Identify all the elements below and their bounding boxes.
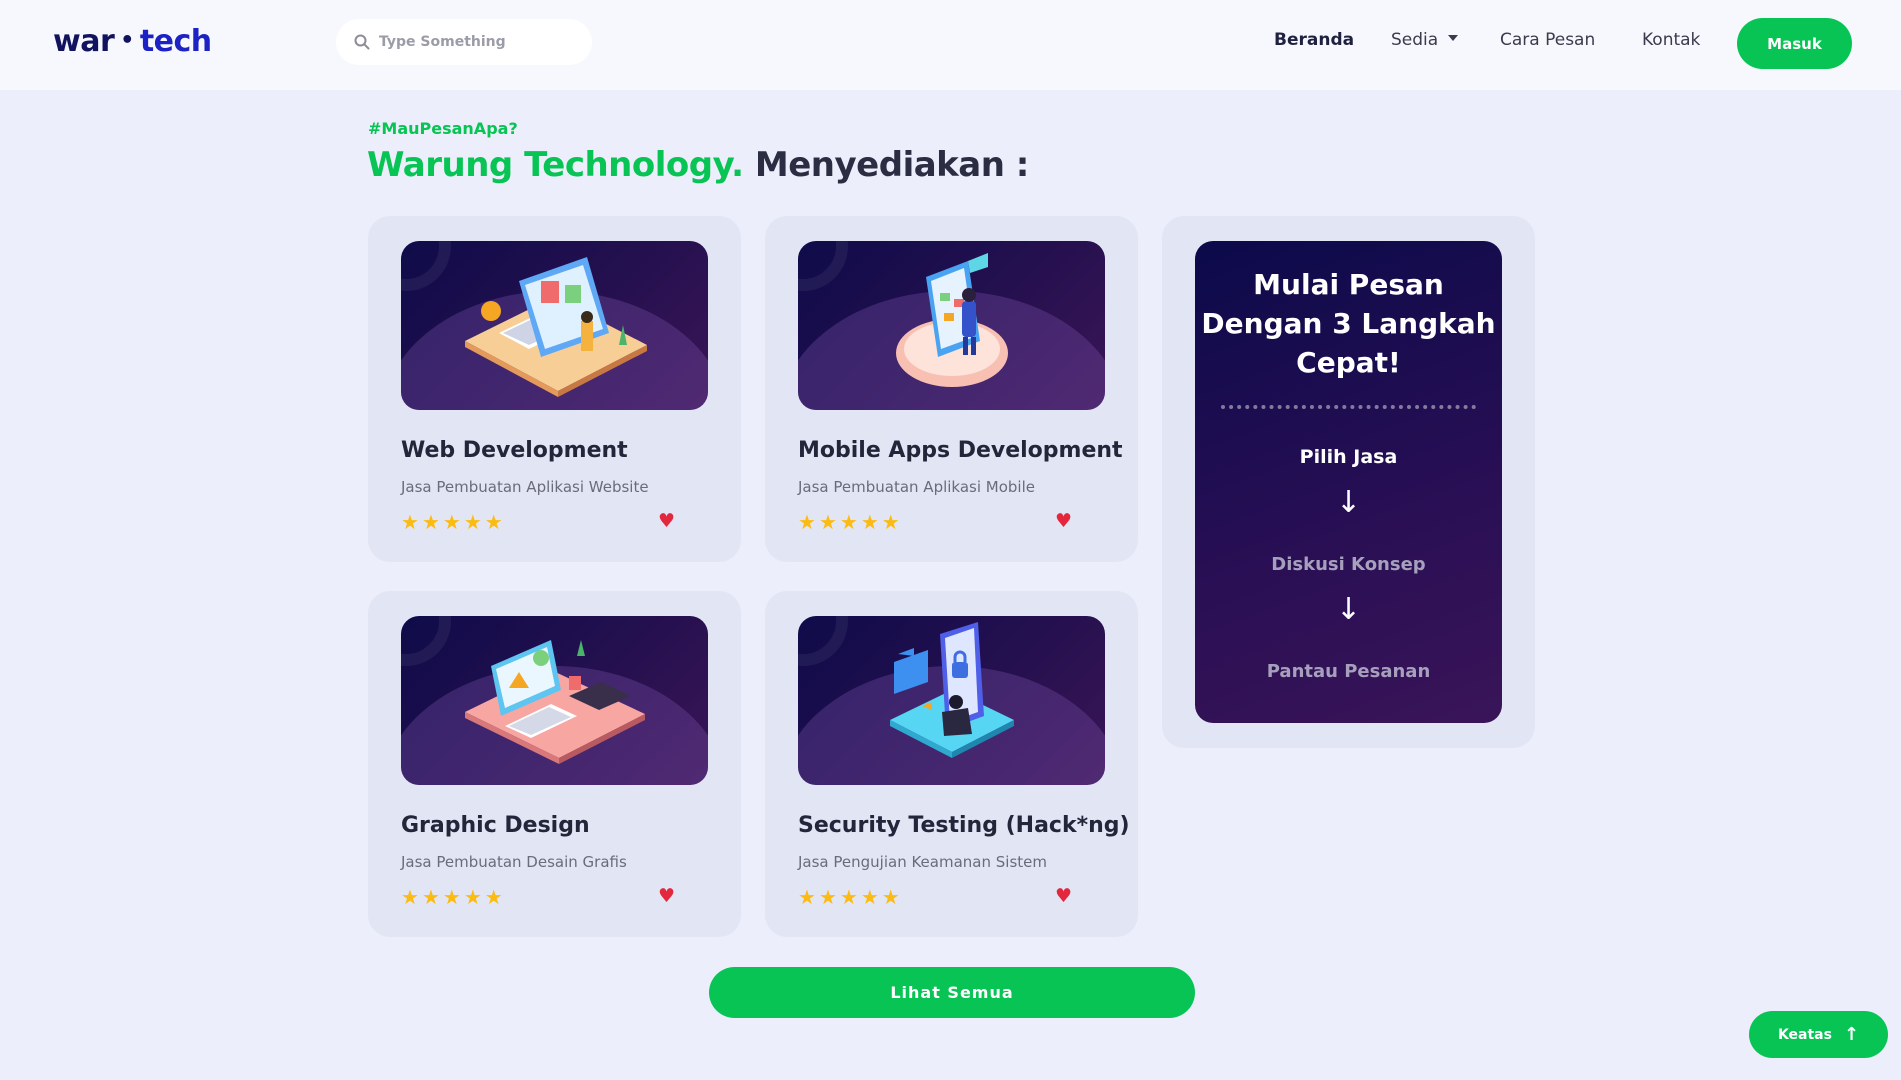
search-icon	[354, 34, 370, 50]
web-dev-illustration	[401, 241, 708, 410]
login-button[interactable]: Masuk	[1737, 18, 1852, 69]
dotted-divider	[1221, 405, 1476, 409]
star-icon: ★	[881, 510, 900, 534]
service-card-web[interactable]: Web Development Jasa Pembuatan Aplikasi …	[368, 216, 741, 562]
tagline: #MauPesanApa?	[368, 119, 518, 138]
star-icon: ★	[818, 885, 837, 909]
star-icon: ★	[860, 885, 879, 909]
service-title: Mobile Apps Development	[798, 438, 1123, 463]
step-track-order: Pantau Pesanan	[1266, 661, 1431, 682]
star-icon: ★	[818, 510, 837, 534]
star-icon: ★	[442, 510, 461, 534]
star-icon: ★	[463, 885, 482, 909]
back-to-top-label: Keatas	[1777, 1026, 1832, 1043]
star-icon: ★	[421, 510, 440, 534]
security-illustration	[798, 616, 1105, 785]
step-choose-service: Pilih Jasa	[1299, 446, 1398, 468]
arrow-down-icon: ↓	[1335, 592, 1362, 627]
search-box	[336, 19, 592, 65]
rating-stars: ★ ★ ★ ★ ★	[401, 512, 503, 532]
star-icon: ★	[798, 510, 816, 534]
mobile-dev-illustration	[798, 241, 1105, 410]
brand-dot: •	[120, 28, 134, 53]
star-icon: ★	[463, 510, 482, 534]
star-icon: ★	[442, 885, 461, 909]
title-rest: Menyediakan :	[754, 145, 1029, 185]
service-subtitle: Jasa Pembuatan Aplikasi Mobile	[798, 478, 1035, 496]
star-icon: ★	[401, 510, 419, 534]
star-icon: ★	[860, 510, 879, 534]
back-to-top-button[interactable]: Keatas ↑	[1749, 1011, 1888, 1058]
order-steps-card: Mulai Pesan Dengan 3 Langkah Cepat! Pili…	[1162, 216, 1535, 748]
service-card-graphic[interactable]: Graphic Design Jasa Pembuatan Desain Gra…	[368, 591, 741, 937]
order-steps-panel: Mulai Pesan Dengan 3 Langkah Cepat! Pili…	[1195, 241, 1502, 723]
search-input[interactable]	[379, 34, 579, 50]
favorite-heart-icon[interactable]: ♥	[658, 885, 675, 907]
nav-home[interactable]: Beranda	[1274, 30, 1354, 50]
graphic-design-illustration	[401, 616, 708, 785]
service-subtitle: Jasa Pembuatan Aplikasi Website	[401, 478, 649, 496]
arrow-down-icon: ↓	[1335, 485, 1362, 520]
rating-stars: ★ ★ ★ ★ ★	[798, 512, 900, 532]
service-card-mobile[interactable]: Mobile Apps Development Jasa Pembuatan A…	[765, 216, 1138, 562]
steps-title: Mulai Pesan Dengan 3 Langkah Cepat!	[1201, 268, 1496, 379]
service-title: Web Development	[401, 438, 628, 463]
star-icon: ★	[401, 885, 419, 909]
service-card-security[interactable]: Security Testing (Hack*ng) Jasa Pengujia…	[765, 591, 1138, 937]
page-title: Warung Technology. Menyediakan :	[367, 145, 1029, 185]
service-subtitle: Jasa Pengujian Keamanan Sistem	[798, 853, 1047, 871]
favorite-heart-icon[interactable]: ♥	[1055, 885, 1072, 907]
brand-part2: tech	[139, 24, 212, 59]
nav-how-to-order[interactable]: Cara Pesan	[1500, 30, 1595, 50]
caret-down-icon	[1448, 35, 1459, 41]
service-subtitle: Jasa Pembuatan Desain Grafis	[401, 853, 627, 871]
star-icon: ★	[881, 885, 900, 909]
star-icon: ★	[798, 885, 816, 909]
star-icon: ★	[839, 885, 858, 909]
rating-stars: ★ ★ ★ ★ ★	[798, 887, 900, 907]
star-icon: ★	[484, 510, 503, 534]
service-title: Security Testing (Hack*ng)	[798, 813, 1130, 838]
star-icon: ★	[839, 510, 858, 534]
favorite-heart-icon[interactable]: ♥	[658, 510, 675, 532]
service-title: Graphic Design	[401, 813, 590, 838]
star-icon: ★	[484, 885, 503, 909]
nav-sedia[interactable]: Sedia	[1391, 30, 1459, 50]
favorite-heart-icon[interactable]: ♥	[1055, 510, 1072, 532]
brand-part1: war	[53, 24, 115, 59]
nav-contact[interactable]: Kontak	[1642, 30, 1700, 50]
step-discuss-concept: Diskusi Konsep	[1271, 554, 1426, 575]
title-brand: Warung Technology.	[367, 145, 744, 185]
navbar: war•tech Beranda Sedia Cara Pesan Kontak…	[0, 0, 1901, 90]
arrow-up-icon: ↑	[1843, 1024, 1860, 1045]
see-all-button[interactable]: Lihat Semua	[709, 967, 1195, 1018]
brand-logo[interactable]: war • tech	[53, 24, 212, 59]
star-icon: ★	[421, 885, 440, 909]
rating-stars: ★ ★ ★ ★ ★	[401, 887, 503, 907]
nav-sedia-label: Sedia	[1391, 30, 1439, 50]
